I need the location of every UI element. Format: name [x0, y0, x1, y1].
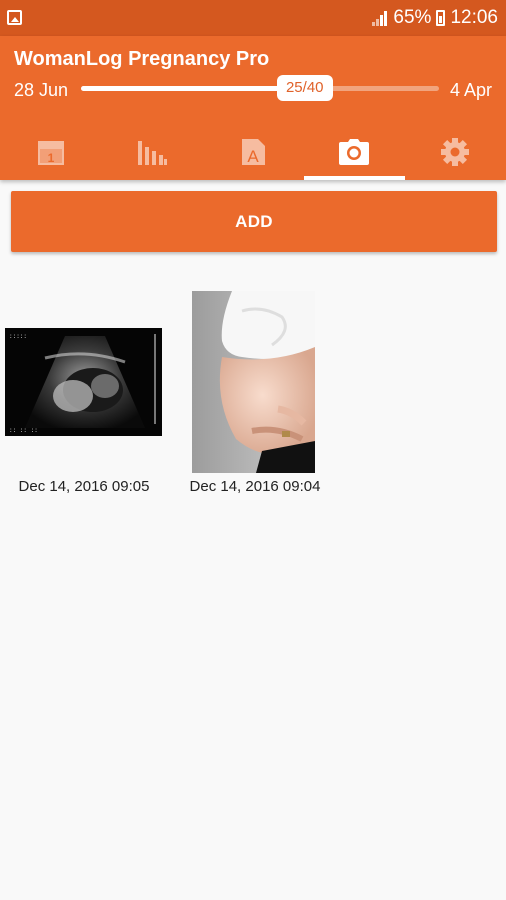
app-bar: WomanLog Pregnancy Pro 28 Jun 25/40 4 Ap…: [0, 36, 506, 180]
end-date: 4 Apr: [449, 80, 492, 100]
tab-photos[interactable]: [303, 124, 406, 180]
gear-icon: [441, 138, 470, 166]
slider-thumb[interactable]: 25/40: [276, 75, 333, 101]
battery-percent: 65%: [393, 7, 432, 28]
tab-calendar[interactable]: 1: [0, 124, 101, 180]
status-right: 65% 12:06: [372, 7, 498, 29]
photo-caption: Dec 14, 2016 09:05: [18, 478, 150, 495]
start-date: 28 Jun: [14, 80, 69, 100]
tab-notes[interactable]: A: [202, 124, 303, 180]
ultrasound-photo[interactable]: ::::: :: :: ::: [5, 328, 162, 436]
tab-bar: 1 A: [0, 124, 506, 180]
app-title: WomanLog Pregnancy Pro: [14, 48, 270, 70]
bar-chart-icon: [137, 141, 167, 165]
calendar-icon: 1: [37, 141, 64, 165]
add-button[interactable]: ADD: [11, 191, 497, 252]
status-bar: 65% 12:06: [0, 0, 506, 36]
belly-photo[interactable]: [192, 291, 315, 473]
tab-settings[interactable]: [405, 124, 506, 180]
svg-text::::::: :::::: [9, 333, 27, 340]
document-icon: A: [242, 139, 265, 166]
photo-caption: Dec 14, 2016 09:04: [189, 478, 321, 495]
camera-icon: [339, 139, 370, 165]
svg-text:A: A: [247, 147, 259, 166]
gallery-icon: [7, 10, 22, 25]
clock: 12:06: [450, 7, 498, 28]
battery-icon: [436, 10, 446, 26]
svg-text:1: 1: [47, 151, 54, 165]
tab-charts[interactable]: [101, 124, 202, 180]
signal-icon: [372, 10, 388, 26]
slider-fill: [81, 86, 305, 91]
svg-text::: :: ::: :: :: ::: [9, 427, 38, 434]
photo-item[interactable]: ::::: :: :: :: Dec 14, 2016 09:05: [0, 285, 170, 505]
pregnancy-week-slider[interactable]: 25/40: [81, 75, 439, 101]
photo-item[interactable]: Dec 14, 2016 09:04: [175, 285, 345, 505]
